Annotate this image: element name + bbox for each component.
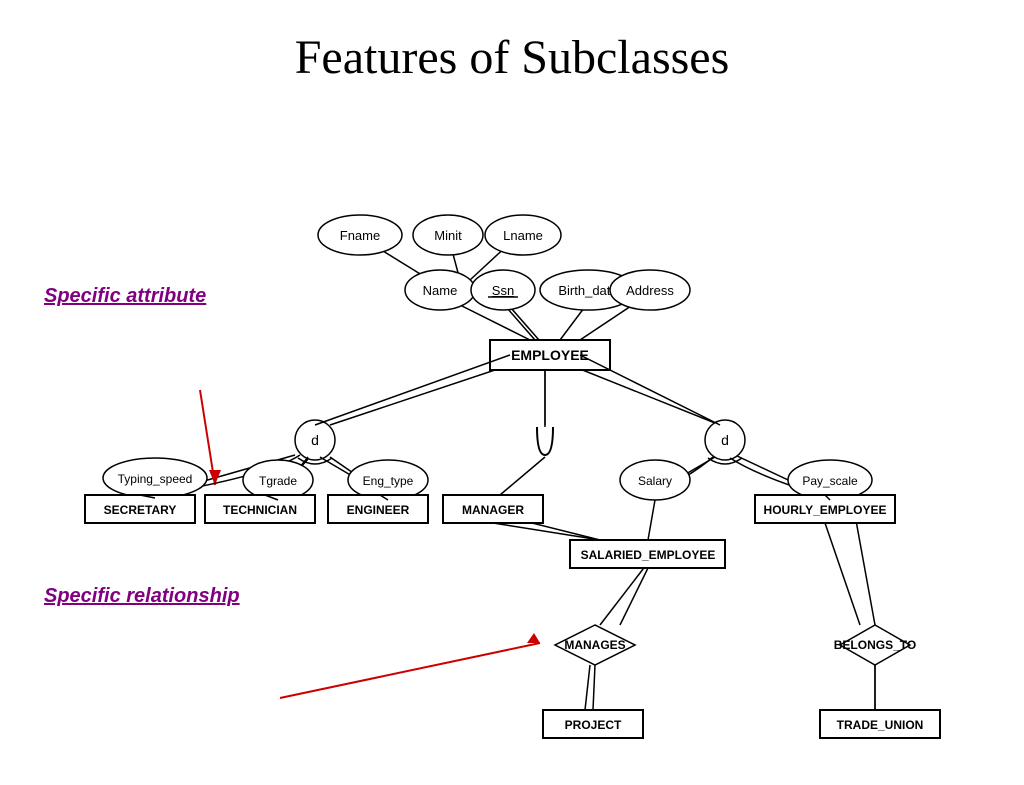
svg-text:ENGINEER: ENGINEER bbox=[347, 503, 410, 517]
svg-text:d: d bbox=[311, 432, 319, 448]
svg-text:BELONGS_TO: BELONGS_TO bbox=[834, 638, 916, 652]
svg-text:Fname: Fname bbox=[340, 228, 380, 243]
svg-text:Pay_scale: Pay_scale bbox=[802, 474, 858, 488]
svg-text:TRADE_UNION: TRADE_UNION bbox=[837, 718, 924, 732]
svg-text:SALARIED_EMPLOYEE: SALARIED_EMPLOYEE bbox=[581, 548, 716, 562]
svg-text:Address: Address bbox=[626, 283, 674, 298]
svg-text:SECRETARY: SECRETARY bbox=[104, 503, 177, 517]
svg-text:Name: Name bbox=[423, 283, 458, 298]
svg-text:Ssn: Ssn bbox=[492, 283, 514, 298]
svg-text:HOURLY_EMPLOYEE: HOURLY_EMPLOYEE bbox=[764, 503, 887, 517]
svg-text:Typing_speed: Typing_speed bbox=[118, 472, 193, 486]
svg-text:Salary: Salary bbox=[638, 474, 672, 488]
svg-text:MANAGER: MANAGER bbox=[462, 503, 524, 517]
svg-text:Tgrade: Tgrade bbox=[259, 474, 297, 488]
er-diagram: Fname Minit Lname Name Ssn Birth_date Ad… bbox=[0, 95, 1024, 785]
svg-text:Lname: Lname bbox=[503, 228, 543, 243]
svg-text:EMPLOYEE: EMPLOYEE bbox=[511, 347, 589, 363]
svg-text:TECHNICIAN: TECHNICIAN bbox=[223, 503, 297, 517]
svg-text:Minit: Minit bbox=[434, 228, 462, 243]
svg-text:Eng_type: Eng_type bbox=[363, 474, 414, 488]
page-title: Features of Subclasses bbox=[0, 0, 1024, 95]
svg-text:Birth_date: Birth_date bbox=[558, 283, 617, 298]
svg-text:MANAGES: MANAGES bbox=[564, 638, 625, 652]
svg-text:PROJECT: PROJECT bbox=[565, 718, 622, 732]
svg-text:d: d bbox=[721, 432, 729, 448]
diagram-container: Specific attribute Specific relationship bbox=[0, 95, 1024, 785]
